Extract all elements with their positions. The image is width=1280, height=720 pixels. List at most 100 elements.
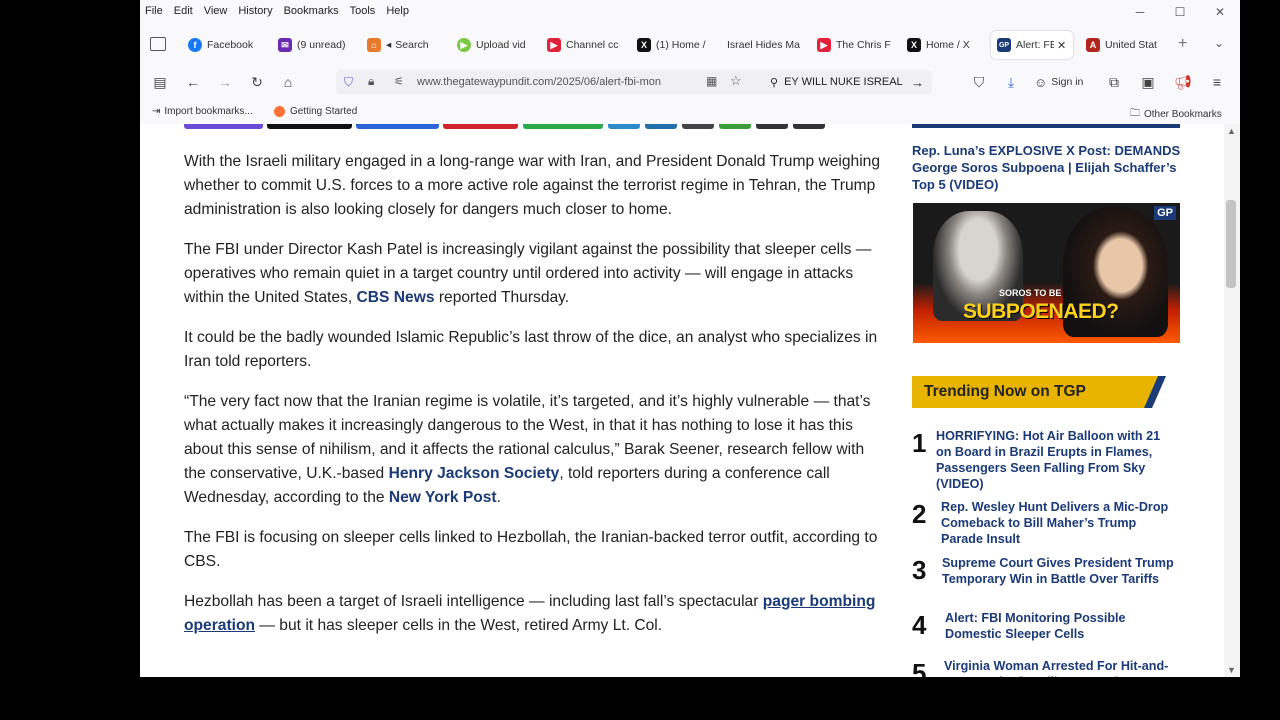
menu-help[interactable]: Help <box>386 5 409 17</box>
account-icon: ☺ <box>1034 74 1048 90</box>
article-paragraph: Hezbollah has been a target of Israeli i… <box>184 590 880 638</box>
menu-file[interactable]: File <box>145 5 163 17</box>
other-bookmarks-label: Other Bookmarks <box>1144 109 1222 120</box>
article-body: With the Israeli military engaged in a l… <box>184 150 880 654</box>
trending-label: Trending Now on TGP <box>924 383 1086 400</box>
trending-title-link[interactable]: Rep. Wesley Hunt Delivers a Mic-Drop Com… <box>941 499 1181 547</box>
share-button[interactable] <box>756 124 788 129</box>
share-button[interactable] <box>793 124 825 129</box>
minimize-icon[interactable]: ─ <box>1120 0 1160 24</box>
share-button[interactable] <box>356 124 439 129</box>
search-go-icon[interactable]: → <box>911 75 924 90</box>
back-icon[interactable]: ← <box>182 72 204 92</box>
site-a-icon: A <box>1086 38 1100 52</box>
lock-icon[interactable]: 🔒︎ <box>368 74 374 89</box>
henry-jackson-society-link[interactable]: Henry Jackson Society <box>389 465 560 482</box>
promo-headline-link[interactable]: Rep. Luna’s EXPLOSIVE X Post: DEMANDS Ge… <box>912 142 1182 193</box>
tab-x-home-1[interactable]: X (1) Home / <box>637 31 711 59</box>
permissions-icon[interactable]: ⚟ <box>394 75 404 88</box>
menu-tools[interactable]: Tools <box>350 5 376 17</box>
other-bookmarks[interactable]: 🗀︎ Other Bookmarks <box>1130 106 1222 123</box>
trending-number: 3 <box>912 555 927 585</box>
close-icon[interactable]: ✕ <box>1200 0 1240 24</box>
share-button[interactable] <box>608 124 640 129</box>
text: . <box>496 489 501 506</box>
text: Hezbollah has been a target of Israeli i… <box>184 593 763 610</box>
article-paragraph: The FBI is focusing on sleeper cells lin… <box>184 529 878 570</box>
trending-title-link[interactable]: Supreme Court Gives President Trump Temp… <box>942 555 1182 587</box>
tab-chris[interactable]: ▶ The Chris F <box>817 31 891 59</box>
share-button[interactable] <box>719 124 751 129</box>
pocket-icon[interactable]: ⛉ <box>968 72 990 92</box>
menu-bookmarks[interactable]: Bookmarks <box>284 5 339 17</box>
extensions-icon[interactable]: ⧉ <box>1103 72 1125 92</box>
share-button[interactable] <box>682 124 714 129</box>
page-content: With the Israeli military engaged in a l… <box>140 124 1240 677</box>
maximize-icon[interactable]: ☐ <box>1160 0 1200 24</box>
tab-upload-video[interactable]: ▶ Upload vid <box>457 31 532 59</box>
tab-list-chevron-icon[interactable]: ⌄ <box>1214 36 1224 50</box>
search-query[interactable]: EY WILL NUKE ISREAL <box>784 76 903 88</box>
forward-icon[interactable]: → <box>214 72 236 92</box>
getting-started-bookmark[interactable]: Getting Started <box>274 106 357 117</box>
menu-history[interactable]: History <box>238 5 272 17</box>
article-paragraph: The FBI under Director Kash Patel is inc… <box>184 238 880 310</box>
folder-icon: 🗀︎ <box>1130 108 1140 119</box>
tab-close-icon[interactable]: ✕ <box>1057 39 1066 52</box>
tab-x-home-2[interactable]: X Home / X <box>907 31 981 59</box>
sidebar-divider <box>912 124 1180 128</box>
import-bookmarks[interactable]: ⇥ Import bookmarks... <box>152 106 253 117</box>
share-button[interactable] <box>267 124 352 129</box>
scrollbar-thumb[interactable] <box>1226 200 1236 288</box>
new-york-post-link[interactable]: New York Post <box>389 489 497 506</box>
getting-started-label: Getting Started <box>290 106 358 117</box>
extension-badge-icon[interactable]: ▣ <box>1137 72 1159 92</box>
share-button[interactable] <box>443 124 518 129</box>
share-button[interactable] <box>523 124 603 129</box>
tab-facebook[interactable]: f Facebook <box>188 31 260 59</box>
megaphone-icon[interactable]: 📢︎ <box>1172 72 1194 92</box>
url-text[interactable]: www.thegatewaypundit.com/2025/06/alert-f… <box>417 76 661 88</box>
downloads-icon[interactable]: ⤓ <box>1000 72 1022 92</box>
reader-view-icon[interactable]: ▦ <box>706 74 717 88</box>
trending-title-link[interactable]: HORRIFYING: Hot Air Balloon with 21 on B… <box>936 428 1176 492</box>
menu-hamburger-icon[interactable]: ≡ <box>1206 72 1228 92</box>
tab-alert-fbi[interactable]: GP Alert: FB ✕ <box>991 31 1073 59</box>
x-logo-icon: X <box>907 38 921 52</box>
scroll-down-icon[interactable]: ▼ <box>1227 665 1236 675</box>
share-button[interactable] <box>645 124 677 129</box>
home-icon[interactable]: ⌂ <box>277 72 299 92</box>
trending-title-link[interactable]: Virginia Woman Arrested For Hit-and-Run … <box>944 658 1184 677</box>
article-paragraph: With the Israeli military engaged in a l… <box>184 153 881 218</box>
menu-view[interactable]: View <box>204 5 228 17</box>
scroll-up-icon[interactable]: ▲ <box>1227 126 1236 136</box>
trending-title-link[interactable]: Alert: FBI Monitoring Possible Domestic … <box>945 610 1185 642</box>
tab-bar: f Facebook ✉ (9 unread) ⌂ ◂ Search ▶ Upl… <box>140 28 1240 62</box>
new-tab-icon[interactable]: + <box>1178 35 1187 53</box>
tab-united-states[interactable]: A United Stat <box>1086 31 1172 59</box>
promo-thumbnail[interactable]: GP SOROS TO BE SUBPOENAED? <box>913 203 1180 343</box>
search-bar[interactable]: ⚲ EY WILL NUKE ISREAL → <box>762 70 932 94</box>
sign-in-label: Sign in <box>1051 76 1084 88</box>
share-button[interactable] <box>184 124 263 129</box>
sign-in-button[interactable]: ☺ Sign in <box>1034 71 1083 93</box>
tab-channel[interactable]: ▶ Channel cc <box>547 31 621 59</box>
tab-mail[interactable]: ✉ (9 unread) <box>278 31 353 59</box>
tracking-shield-icon[interactable]: ⛉ <box>344 75 353 90</box>
tab-search[interactable]: ⌂ ◂ Search <box>367 31 442 59</box>
sidebar-toggle-icon[interactable]: ▤ <box>149 72 171 92</box>
browser-window: File Edit View History Bookmarks Tools H… <box>140 0 1240 677</box>
tab-label: Upload vid <box>476 39 526 51</box>
cbs-news-link[interactable]: CBS News <box>357 289 435 306</box>
tab-overview-icon[interactable] <box>150 37 166 51</box>
tab-israel-hides[interactable]: Israel Hides Ma <box>727 31 802 59</box>
window-controls: ─ ☐ ✕ <box>1120 0 1240 24</box>
article-paragraph: It could be the badly wounded Islamic Re… <box>184 329 878 370</box>
home-search-icon: ⌂ <box>367 38 381 52</box>
reload-icon[interactable]: ↻ <box>246 72 268 92</box>
bookmark-star-icon[interactable]: ☆ <box>730 73 742 89</box>
tab-label: (1) Home / <box>656 39 706 51</box>
menu-edit[interactable]: Edit <box>174 5 193 17</box>
article-paragraph: “The very fact now that the Iranian regi… <box>184 390 880 510</box>
promo-caption-large: SUBPOENAED? <box>963 300 1119 323</box>
